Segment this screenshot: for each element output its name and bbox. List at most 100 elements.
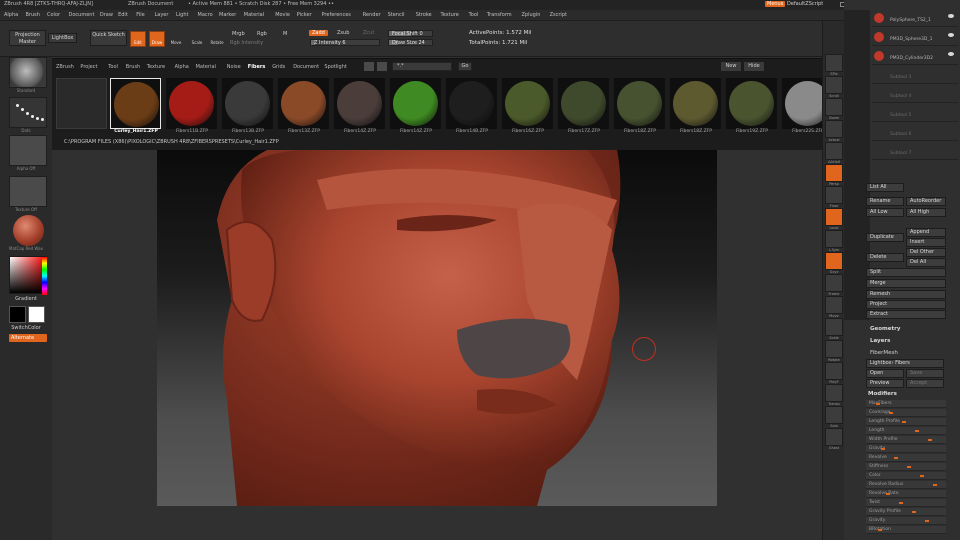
menu-macro[interactable]: Macro [198,12,213,18]
visibility-eye-icon[interactable] [948,52,954,56]
slider-handle[interactable] [889,412,893,414]
menu-tool[interactable]: Tool [469,12,479,18]
tab-document[interactable]: Document [293,64,319,70]
tab-spotlight[interactable]: Spotlight [324,64,346,70]
modifier-slider[interactable]: Length Profile [866,418,946,426]
modifier-slider[interactable]: Revolve Rate [866,490,946,498]
subtool-item[interactable]: Subtool 5 [872,107,958,122]
spix-icon[interactable] [825,54,843,72]
fiber-preset-thumbnail[interactable] [390,78,441,129]
alpha-thumbnail[interactable] [9,135,47,166]
persp-icon[interactable] [825,164,843,182]
ghost-icon[interactable] [825,428,843,446]
fiber-preset-thumbnail[interactable] [670,78,721,129]
m-toggle[interactable]: M [283,31,287,37]
menu-render[interactable]: Render [363,12,381,18]
modifier-slider[interactable]: Color [866,472,946,480]
floor-icon[interactable] [825,186,843,204]
slider-handle[interactable] [886,493,890,495]
fiber-preset-thumbnail[interactable] [558,78,609,129]
stroke-thumbnail[interactable] [9,97,47,128]
fiber-preset-thumbnail[interactable] [166,78,217,129]
lightbox-search-input[interactable]: *.* [392,62,452,71]
subtool-item[interactable]: PolySphere_TS2_1 [872,12,958,27]
remesh-section[interactable]: Remesh [866,290,946,299]
all-high-button[interactable]: All High [906,208,946,217]
draw-size-slider[interactable]: Draw Size 24 [388,39,433,46]
folder-icon[interactable] [56,78,107,129]
duplicate-button[interactable]: Duplicate [866,233,904,242]
subtool-item[interactable]: Subtool 7 [872,145,958,160]
list-all-button[interactable]: List All [866,183,904,192]
project-section[interactable]: Project [866,300,946,309]
menu-texture[interactable]: Texture [441,12,459,18]
slider-handle[interactable] [894,457,898,459]
menu-draw[interactable]: Draw [100,12,113,18]
modifier-slider[interactable]: Width Profile [866,436,946,444]
rgb-intensity-slider[interactable]: Rgb Intensity [230,40,263,46]
slider-handle[interactable] [902,421,906,423]
quick-sketch-button[interactable]: Quick Sketch [90,30,127,46]
del-all-button[interactable]: Del All [906,258,946,267]
next-page-icon[interactable] [377,62,387,71]
lightbox-fibers-button[interactable]: Lightbox› Fibers [866,359,944,368]
all-low-button[interactable]: All Low [866,208,904,217]
menu-brush[interactable]: Brush [26,12,40,18]
slider-handle[interactable] [928,439,932,441]
zoom-icon[interactable] [825,98,843,116]
fibermesh-header[interactable]: FiberMesh [870,350,898,356]
visibility-eye-icon[interactable] [948,33,954,37]
rgb-toggle[interactable]: Rgb [257,31,267,37]
menu-layer[interactable]: Layer [155,12,169,18]
transp-icon[interactable] [825,384,843,402]
rotate-mode-button[interactable]: Rotate [209,31,225,47]
slider-handle[interactable] [878,529,882,531]
modifiers-header[interactable]: Modifiers [868,391,897,397]
fiber-preset-thumbnail[interactable] [110,78,161,129]
z-intensity-slider[interactable]: Z Intensity 6 [310,39,380,46]
rename-button[interactable]: Rename [866,197,904,206]
frame-icon[interactable] [825,274,843,292]
menu-movie[interactable]: Movie [275,12,290,18]
append-button[interactable]: Append [906,228,946,237]
tab-fibers[interactable]: Fibers [248,64,266,70]
fiber-preset-thumbnail[interactable] [726,78,777,129]
slider-handle[interactable] [925,520,929,522]
menu-file[interactable]: File [136,12,144,18]
accept-button[interactable]: Accept [906,379,944,388]
tab-project[interactable]: Project [80,64,97,70]
tab-grids[interactable]: Grids [272,64,285,70]
color-picker[interactable] [9,256,47,295]
del-other-button[interactable]: Del Other [906,248,946,257]
local-icon[interactable] [825,208,843,226]
texture-thumbnail[interactable] [9,176,47,207]
fiber-preset-thumbnail[interactable] [222,78,273,129]
draw-mode-button[interactable]: Draw [149,31,165,47]
actual-icon[interactable] [825,120,843,138]
fiber-preset-thumbnail[interactable] [614,78,665,129]
document-canvas[interactable] [157,150,717,506]
menu-preferences[interactable]: Preferences [322,12,351,18]
modifier-slider[interactable]: MaxFibers [866,400,946,408]
scale-mode-button[interactable]: Scale [189,31,205,47]
visibility-eye-icon[interactable] [948,14,954,18]
subtool-item[interactable]: Subtool 3 [872,69,958,84]
extract-section[interactable]: Extract [866,310,946,319]
aahalf-icon[interactable] [825,142,843,160]
modifier-slider[interactable]: Gravity [866,445,946,453]
projection-master-button[interactable]: Projection Master [9,30,46,46]
gxyz-icon[interactable] [825,252,843,270]
zadd-toggle[interactable]: Zadd [309,30,328,36]
menu-picker[interactable]: Picker [297,12,312,18]
secondary-color-swatch[interactable] [28,306,45,323]
scale-icon[interactable] [825,318,843,336]
menus-button[interactable]: Menus [765,1,786,7]
modifier-slider[interactable]: Revolve [866,454,946,462]
zcut-toggle[interactable]: Zcut [363,30,374,36]
menu-edit[interactable]: Edit [118,12,128,18]
lightbox-hide-button[interactable]: Hide [744,62,764,71]
modifier-slider[interactable]: Twist [866,499,946,507]
scroll-icon[interactable] [825,76,843,94]
slider-handle[interactable] [876,403,880,405]
slider-handle[interactable] [915,430,919,432]
